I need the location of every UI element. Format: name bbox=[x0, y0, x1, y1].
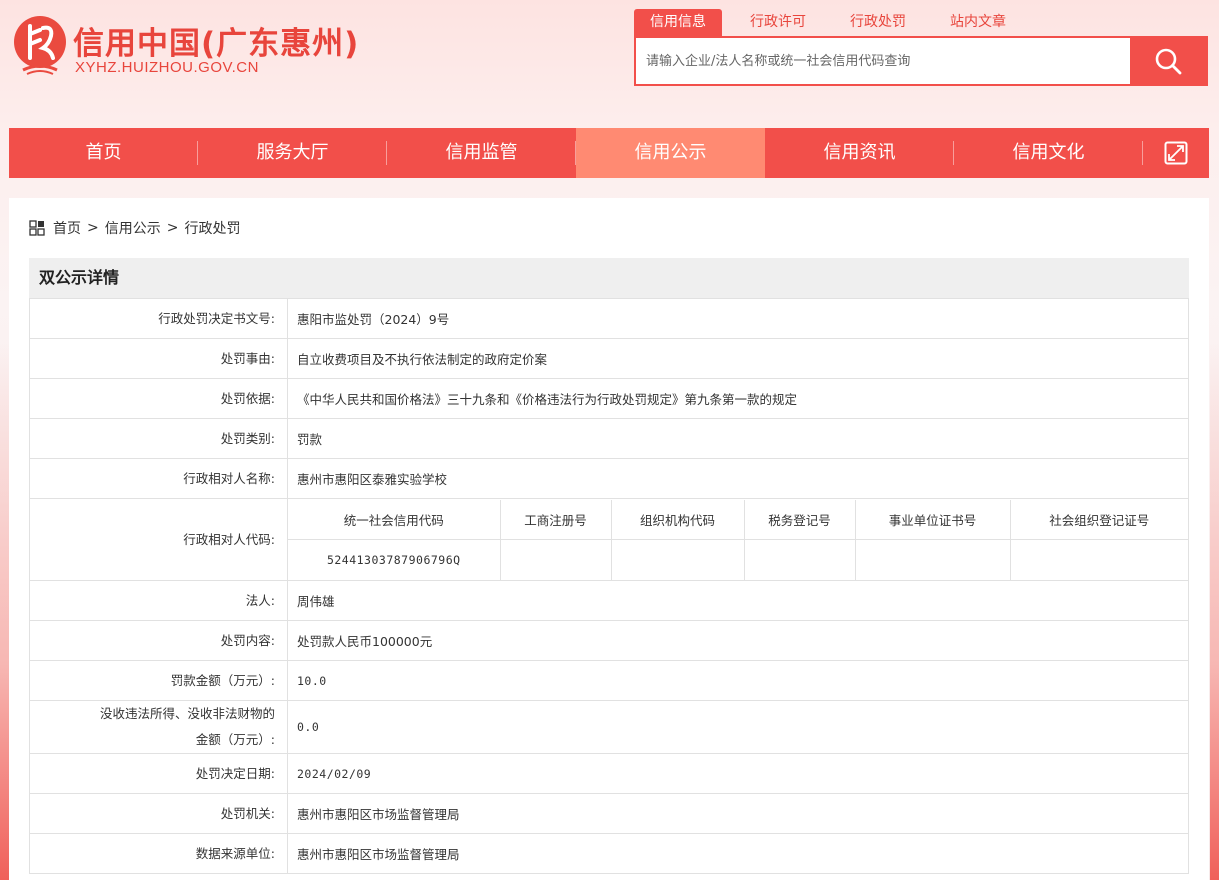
confiscation-label-line-1: 没收违法所得、没收非法财物的 bbox=[99, 706, 275, 721]
table-row: 行政相对人名称: 惠州市惠阳区泰雅实验学校 bbox=[29, 458, 1189, 499]
party-code-label: 行政相对人代码: bbox=[29, 498, 288, 581]
main-nav: 首页 服务大厅 信用监管 信用公示 信用资讯 信用文化 bbox=[9, 128, 1209, 178]
party-codes-table: 统一社会信用代码 工商注册号 组织机构代码 税务登记号 事业单位证书号 社会组织… bbox=[288, 499, 1188, 580]
panel-title: 双公示详情 bbox=[29, 258, 1189, 298]
authority-label: 处罚机关: bbox=[29, 793, 288, 834]
table-row: 法人: 周伟雄 bbox=[29, 580, 1189, 621]
code-value-social-org bbox=[1009, 539, 1188, 580]
decision-no-value: 惠阳市监处罚（2024）9号 bbox=[287, 298, 1189, 339]
detail-panel: 双公示详情 行政处罚决定书文号: 惠阳市监处罚（2024）9号 处罚事由: 自立… bbox=[29, 258, 1189, 874]
page-side-decoration-left bbox=[0, 340, 9, 880]
search-tab-admin-license[interactable]: 行政许可 bbox=[734, 9, 822, 36]
search-tabs: 信用信息 行政许可 行政处罚 站内文章 bbox=[634, 9, 1034, 36]
code-header-business-reg: 工商注册号 bbox=[499, 499, 612, 540]
search-button[interactable] bbox=[1130, 38, 1206, 84]
basis-value: 《中华人民共和国价格法》三十九条和《价格违法行为行政处罚规定》第九条第一款的规定 bbox=[287, 378, 1189, 419]
party-name-value: 惠州市惠阳区泰雅实验学校 bbox=[287, 458, 1189, 499]
code-value-business-reg bbox=[499, 539, 612, 580]
search-input[interactable] bbox=[636, 38, 1130, 84]
breadcrumb: 首页 > 信用公示 > 行政处罚 bbox=[29, 218, 240, 238]
breadcrumb-credit-publicity[interactable]: 信用公示 bbox=[105, 218, 161, 238]
code-value-org-code bbox=[610, 539, 745, 580]
site-logo[interactable] bbox=[13, 12, 69, 78]
category-label: 处罚类别: bbox=[29, 418, 288, 459]
nav-item-credit-publicity[interactable]: 信用公示 bbox=[576, 128, 765, 178]
table-row: 数据来源单位: 惠州市惠阳区市场监督管理局 bbox=[29, 833, 1189, 874]
code-header-org-code: 组织机构代码 bbox=[610, 499, 745, 540]
decision-date-value: 2024/02/09 bbox=[287, 753, 1189, 794]
source-label: 数据来源单位: bbox=[29, 833, 288, 874]
code-header-uscc: 统一社会信用代码 bbox=[288, 499, 501, 540]
breadcrumb-separator: > bbox=[87, 220, 99, 236]
fine-label: 罚款金额（万元）: bbox=[29, 660, 288, 701]
table-row: 处罚内容: 处罚款人民币100000元 bbox=[29, 620, 1189, 661]
confiscation-value: 0.0 bbox=[287, 700, 1189, 754]
nav-item-service-hall[interactable]: 服务大厅 bbox=[198, 128, 387, 178]
content-value: 处罚款人民币100000元 bbox=[287, 620, 1189, 661]
basis-label: 处罚依据: bbox=[29, 378, 288, 419]
decision-no-label: 行政处罚决定书文号: bbox=[29, 298, 288, 339]
breadcrumb-home[interactable]: 首页 bbox=[53, 218, 81, 238]
search-tab-admin-penalty[interactable]: 行政处罚 bbox=[834, 9, 922, 36]
table-row: 处罚事由: 自立收费项目及不执行依法制定的政府定价案 bbox=[29, 338, 1189, 379]
table-row: 罚款金额（万元）: 10.0 bbox=[29, 660, 1189, 701]
confiscation-label: 没收违法所得、没收非法财物的 金额（万元）: bbox=[29, 700, 288, 754]
table-row: 处罚依据: 《中华人民共和国价格法》三十九条和《价格违法行为行政处罚规定》第九条… bbox=[29, 378, 1189, 419]
nav-item-credit-news[interactable]: 信用资讯 bbox=[765, 128, 954, 178]
search-icon bbox=[1155, 48, 1182, 75]
codes-value-row: 52441303787906796Q bbox=[288, 539, 1188, 580]
category-value: 罚款 bbox=[287, 418, 1189, 459]
decision-date-label: 处罚决定日期: bbox=[29, 753, 288, 794]
code-value-uscc: 52441303787906796Q bbox=[288, 539, 501, 580]
party-name-label: 行政相对人名称: bbox=[29, 458, 288, 499]
legal-person-label: 法人: bbox=[29, 580, 288, 621]
fine-value: 10.0 bbox=[287, 660, 1189, 701]
breadcrumb-separator: > bbox=[166, 220, 179, 236]
table-row: 行政处罚决定书文号: 惠阳市监处罚（2024）9号 bbox=[29, 298, 1189, 339]
table-row: 处罚类别: 罚款 bbox=[29, 418, 1189, 459]
reason-label: 处罚事由: bbox=[29, 338, 288, 379]
page-side-decoration-right bbox=[1210, 340, 1219, 880]
table-row: 行政相对人代码: 统一社会信用代码 工商注册号 组织机构代码 税务登记号 事业单… bbox=[29, 498, 1189, 581]
site-title: 信用中国(广东惠州) bbox=[73, 26, 360, 62]
expand-icon bbox=[1164, 141, 1188, 165]
site-domain: XYHZ.HUIZHOU.GOV.CN bbox=[75, 59, 259, 76]
search-tab-credit-info[interactable]: 信用信息 bbox=[634, 9, 722, 36]
source-value: 惠州市惠阳区市场监督管理局 bbox=[287, 833, 1189, 874]
grid-icon bbox=[29, 220, 45, 236]
reason-value: 自立收费项目及不执行依法制定的政府定价案 bbox=[287, 338, 1189, 379]
nav-expand-button[interactable] bbox=[1143, 128, 1209, 178]
authority-value: 惠州市惠阳区市场监督管理局 bbox=[287, 793, 1189, 834]
detail-table: 行政处罚决定书文号: 惠阳市监处罚（2024）9号 处罚事由: 自立收费项目及不… bbox=[29, 298, 1189, 874]
code-header-institution-cert: 事业单位证书号 bbox=[854, 499, 1011, 540]
content-label: 处罚内容: bbox=[29, 620, 288, 661]
code-header-social-org: 社会组织登记证号 bbox=[1009, 499, 1188, 540]
search-box bbox=[634, 36, 1208, 86]
confiscation-label-line-2: 金额（万元）: bbox=[195, 732, 275, 747]
nav-item-credit-supervision[interactable]: 信用监管 bbox=[387, 128, 576, 178]
content-area: 首页 > 信用公示 > 行政处罚 双公示详情 行政处罚决定书文号: 惠阳市监处罚… bbox=[9, 198, 1209, 880]
codes-header-row: 统一社会信用代码 工商注册号 组织机构代码 税务登记号 事业单位证书号 社会组织… bbox=[288, 499, 1188, 540]
code-header-tax-reg: 税务登记号 bbox=[743, 499, 856, 540]
table-row: 处罚机关: 惠州市惠阳区市场监督管理局 bbox=[29, 793, 1189, 834]
search-tab-site-articles[interactable]: 站内文章 bbox=[934, 9, 1022, 36]
nav-item-credit-culture[interactable]: 信用文化 bbox=[954, 128, 1143, 178]
code-value-institution-cert bbox=[854, 539, 1011, 580]
legal-person-value: 周伟雄 bbox=[287, 580, 1189, 621]
party-code-cell: 统一社会信用代码 工商注册号 组织机构代码 税务登记号 事业单位证书号 社会组织… bbox=[287, 498, 1189, 581]
code-value-tax-reg bbox=[743, 539, 856, 580]
nav-item-home[interactable]: 首页 bbox=[9, 128, 198, 178]
table-row: 处罚决定日期: 2024/02/09 bbox=[29, 753, 1189, 794]
breadcrumb-admin-penalty[interactable]: 行政处罚 bbox=[184, 218, 240, 238]
table-row: 没收违法所得、没收非法财物的 金额（万元）: 0.0 bbox=[29, 700, 1189, 754]
